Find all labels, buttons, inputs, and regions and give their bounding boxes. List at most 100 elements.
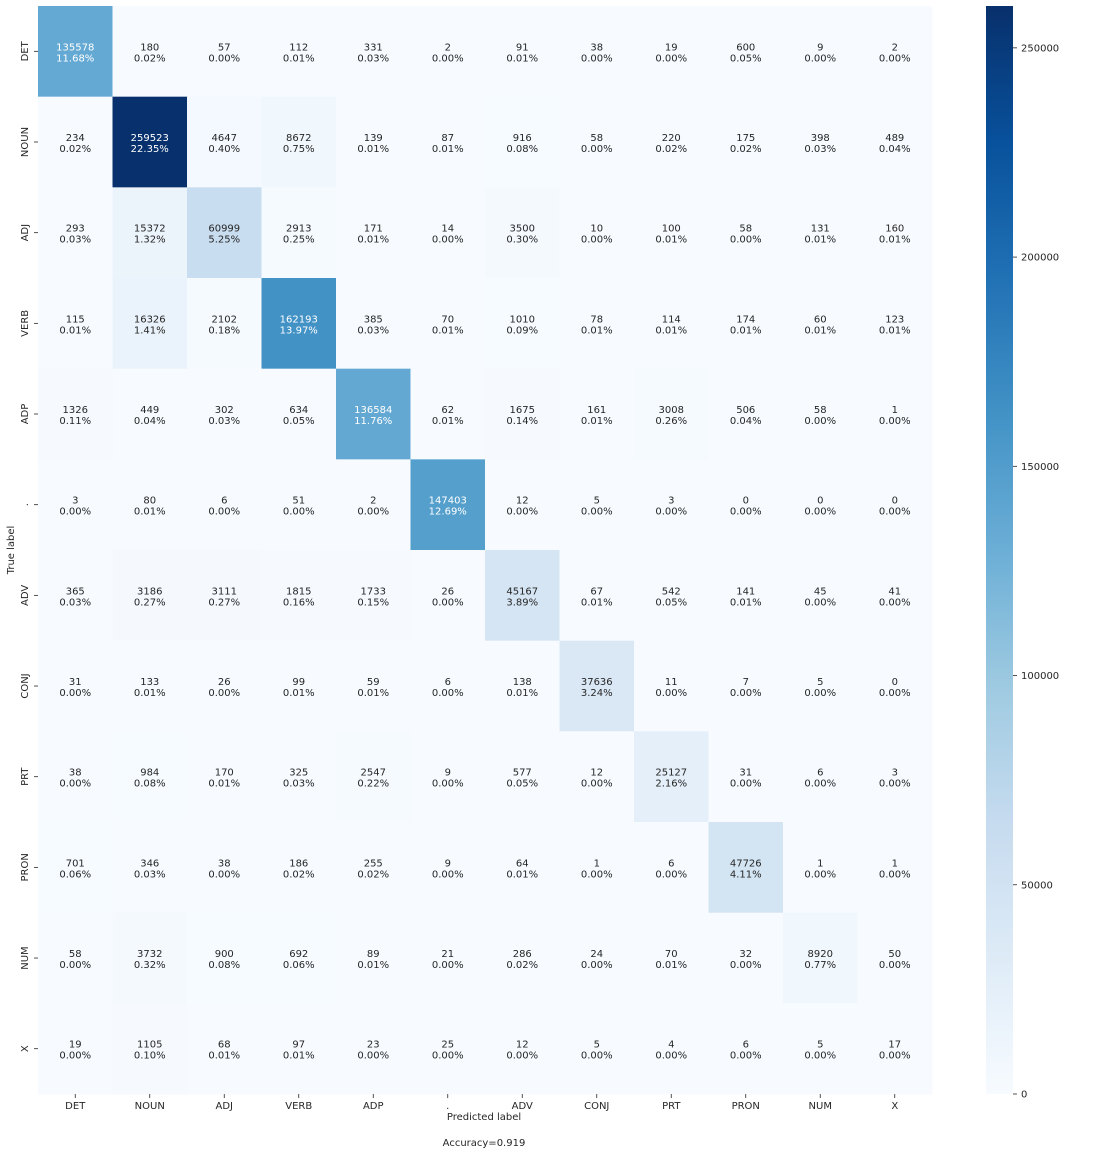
cell-count: 133 — [140, 677, 159, 688]
cell-percent: 0.01% — [134, 507, 166, 518]
cell-count: 59 — [367, 677, 380, 688]
cell-percent: 0.18% — [208, 325, 240, 336]
cell-percent: 0.00% — [804, 688, 836, 699]
cell-percent: 0.01% — [432, 144, 464, 155]
cell-percent: 0.00% — [879, 507, 911, 518]
cell-count: 286 — [513, 949, 532, 960]
x-tick-label: PRT — [662, 1101, 681, 1112]
cell-count: 19 — [665, 42, 678, 53]
colorbar-tick-label: 50000 — [1021, 880, 1053, 891]
cell-percent: 4.11% — [730, 869, 762, 880]
cell-percent: 0.00% — [879, 869, 911, 880]
cell-percent: 0.02% — [357, 869, 389, 880]
colorbar-tick-label: 250000 — [1021, 43, 1059, 54]
cell-percent: 0.03% — [134, 869, 166, 880]
cell-percent: 0.00% — [655, 869, 687, 880]
cell-percent: 0.03% — [804, 144, 836, 155]
cell-percent: 0.10% — [134, 1051, 166, 1062]
cell-percent: 0.40% — [208, 144, 240, 155]
colorbar-ticks: 0 50000 100000 150000 200000 250000 — [1013, 43, 1059, 1101]
cell-count: 692 — [289, 949, 308, 960]
y-axis-ticks: DET NOUN ADJ VERB ADP. ADV CONJ PRT PRON NUM X — [20, 40, 38, 1052]
cell-count: 0 — [892, 677, 898, 688]
cell-percent: 0.03% — [357, 325, 389, 336]
cell-count: 50 — [888, 949, 901, 960]
cell-percent: 11.68% — [56, 53, 94, 64]
cell-percent: 0.22% — [357, 779, 389, 790]
cell-percent: 0.00% — [804, 507, 836, 518]
cell-percent: 0.01% — [432, 416, 464, 427]
cell-count: 9 — [817, 42, 823, 53]
cell-percent: 0.01% — [804, 325, 836, 336]
cell-percent: 0.05% — [283, 416, 315, 427]
cell-percent: 0.01% — [357, 960, 389, 971]
cell-count: 984 — [140, 768, 159, 779]
cell-count: 634 — [289, 405, 308, 416]
cell-percent: 0.30% — [506, 235, 538, 246]
cell-count: 1010 — [510, 314, 535, 325]
cell-count: 506 — [736, 405, 755, 416]
cell-count: 170 — [215, 768, 234, 779]
x-tick-label: VERB — [285, 1101, 312, 1112]
x-tick-label: NOUN — [135, 1101, 165, 1112]
cell-percent: 0.00% — [208, 53, 240, 64]
cell-count: 136584 — [354, 405, 392, 416]
cell-count: 97 — [292, 1040, 305, 1051]
cell-count: 180 — [140, 42, 159, 53]
cell-count: 1 — [892, 405, 898, 416]
cell-percent: 0.00% — [506, 1051, 538, 1062]
cell-count: 6 — [743, 1040, 749, 1051]
cell-count: 12 — [516, 1040, 529, 1051]
cell-count: 2 — [892, 42, 898, 53]
cell-percent: 2.16% — [655, 779, 687, 790]
cell-count: 9 — [445, 768, 451, 779]
cell-count: 147403 — [429, 496, 467, 507]
cell-percent: 0.01% — [208, 1051, 240, 1062]
cell-count: 255 — [364, 858, 383, 869]
cell-count: 91 — [516, 42, 529, 53]
y-tick-label: ADV — [20, 585, 31, 606]
cell-count: 1 — [594, 858, 600, 869]
cell-percent: 0.00% — [804, 869, 836, 880]
cell-percent: 0.00% — [879, 416, 911, 427]
cell-count: 9 — [445, 858, 451, 869]
cell-percent: 0.02% — [655, 144, 687, 155]
cell-percent: 0.02% — [283, 869, 315, 880]
cell-percent: 0.08% — [208, 960, 240, 971]
cell-percent: 0.00% — [432, 869, 464, 880]
cell-percent: 0.00% — [655, 507, 687, 518]
cell-count: 916 — [513, 133, 532, 144]
cell-count: 542 — [662, 586, 681, 597]
cell-count: 600 — [736, 42, 755, 53]
cell-percent: 0.00% — [879, 1051, 911, 1062]
colorbar-tick-label: 200000 — [1021, 253, 1059, 264]
cell-count: 0 — [817, 496, 823, 507]
cell-percent: 0.00% — [655, 688, 687, 699]
cell-percent: 0.03% — [208, 416, 240, 427]
cell-percent: 0.32% — [134, 960, 166, 971]
cell-percent: 0.00% — [581, 960, 613, 971]
y-tick-label: ADJ — [20, 224, 31, 242]
cell-count: 175 — [736, 133, 755, 144]
cell-count: 135578 — [56, 42, 94, 53]
cell-percent: 5.25% — [208, 235, 240, 246]
cell-percent: 0.06% — [283, 960, 315, 971]
y-tick-label: NUM — [20, 946, 31, 969]
cell-percent: 0.15% — [357, 597, 389, 608]
cell-percent: 0.26% — [655, 416, 687, 427]
y-tick-label: NOUN — [20, 127, 31, 157]
cell-percent: 0.00% — [283, 507, 315, 518]
cell-count: 3 — [892, 768, 898, 779]
cell-percent: 0.11% — [59, 416, 91, 427]
cell-count: 385 — [364, 314, 383, 325]
cell-percent: 0.00% — [357, 507, 389, 518]
y-tick-label: . — [20, 503, 31, 506]
cell-count: 3500 — [510, 224, 535, 235]
cell-count: 2547 — [361, 768, 386, 779]
cell-percent: 0.00% — [59, 779, 91, 790]
x-tick-label: CONJ — [584, 1101, 609, 1112]
cell-percent: 0.27% — [208, 597, 240, 608]
cell-percent: 0.05% — [506, 779, 538, 790]
cell-count: 38 — [69, 768, 82, 779]
cell-count: 302 — [215, 405, 234, 416]
